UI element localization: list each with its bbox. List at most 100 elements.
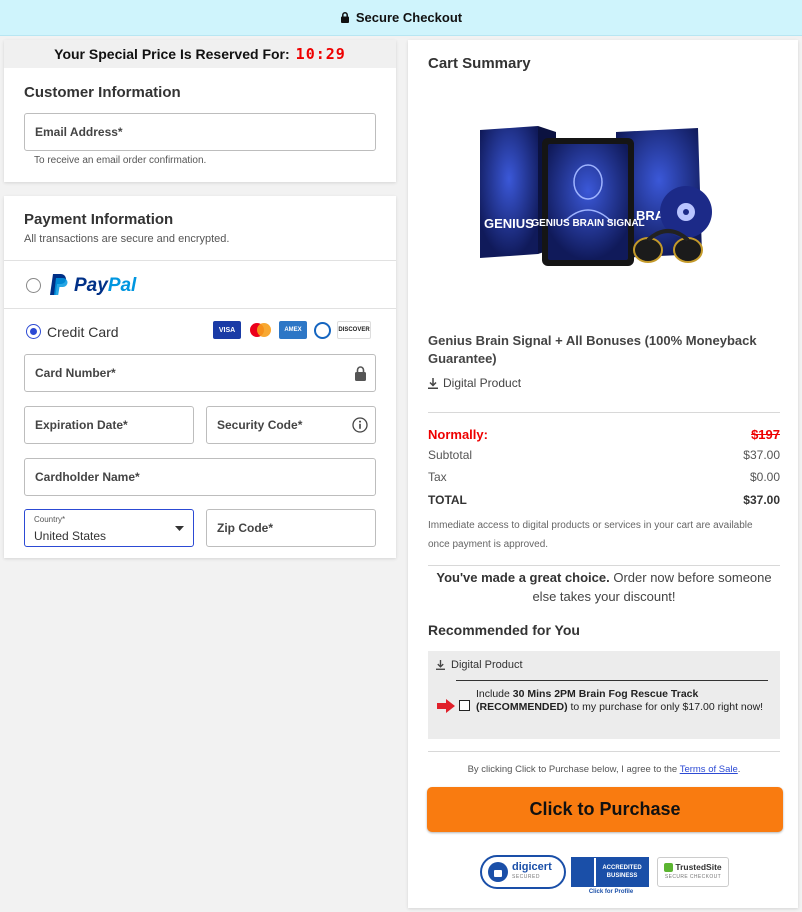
paypal-logo-icon xyxy=(50,274,68,295)
bbb-line2: BUSINESS xyxy=(606,873,638,879)
zip-code-field[interactable]: Zip Code* xyxy=(206,509,376,547)
paypal-word-pay: Pay xyxy=(74,275,108,296)
great-choice-message: You've made a great choice. Order now be… xyxy=(428,568,780,606)
product-image: GENIUS GENIUS BRAIN SIGNAL BRA xyxy=(480,126,712,266)
tax-label: Tax xyxy=(428,470,447,484)
bbb-logo-icon xyxy=(572,858,594,886)
lock-icon xyxy=(345,365,375,381)
check-icon xyxy=(664,862,674,872)
access-note: Immediate access to digital products or … xyxy=(428,520,753,550)
subtotal-label: Subtotal xyxy=(428,448,473,462)
customer-information-title: Customer Information xyxy=(24,84,181,101)
trustedsite-wordmark: TrustedSite xyxy=(675,862,722,872)
great-choice-bold: You've made a great choice. xyxy=(436,570,610,585)
normally-price: $197 xyxy=(751,427,780,442)
bbb-line1: ACCREDITED xyxy=(602,865,642,871)
bbb-sub: Click for Profile xyxy=(588,889,634,895)
email-field-label: Email Address* xyxy=(35,125,123,139)
trustedsite-badge[interactable]: TrustedSite SECURE CHECKOUT xyxy=(657,857,729,887)
product-name: Genius Brain Signal + All Bonuses (100% … xyxy=(428,333,757,366)
country-select-value: United States xyxy=(34,529,107,543)
payment-subtitle: All transactions are secure and encrypte… xyxy=(24,233,230,245)
terms-suffix: . xyxy=(737,764,741,775)
digicert-wordmark: digicert xyxy=(512,861,552,873)
tablet-text: GENIUS BRAIN SIGNAL xyxy=(531,218,644,229)
digicert-sub: SECURED xyxy=(512,874,540,880)
box-left-text: GENIUS xyxy=(484,216,534,231)
paypal-wordmark: PayPal xyxy=(74,275,136,297)
country-select[interactable]: Country* United States xyxy=(24,509,194,547)
paypal-option[interactable]: PayPal xyxy=(4,260,396,308)
trustedsite-sub: SECURE CHECKOUT xyxy=(664,874,722,880)
expiration-date-field[interactable]: Expiration Date* xyxy=(24,406,194,444)
card-logos: VISA AMEX DISCOVER xyxy=(213,321,371,339)
email-field[interactable]: Email Address* xyxy=(24,113,376,151)
timer-label: Your Special Price Is Reserved For: xyxy=(54,46,290,62)
total-row: TOTAL $37.00 xyxy=(428,493,780,507)
recommended-text-suffix: to my purchase for only $17.00 right now… xyxy=(567,700,764,713)
email-helper-text: To receive an email order confirmation. xyxy=(34,155,207,166)
divider xyxy=(428,565,780,566)
normally-label: Normally: xyxy=(428,427,488,442)
country-select-label: Country* xyxy=(34,515,66,524)
total-value: $37.00 xyxy=(743,493,780,507)
subtotal-value: $37.00 xyxy=(743,448,780,462)
cardholder-name-label: Cardholder Name* xyxy=(35,470,140,484)
paypal-word-pal: Pal xyxy=(107,275,137,296)
payment-information-title: Payment Information xyxy=(24,211,174,228)
amex-icon: AMEX xyxy=(279,321,307,339)
bbb-badge[interactable]: ACCREDITED BUSINESS Click for Profile xyxy=(571,857,651,897)
credit-card-label: Credit Card xyxy=(47,324,119,340)
tax-value: $0.00 xyxy=(749,470,780,484)
paypal-radio[interactable] xyxy=(26,278,41,293)
customer-information-card: Your Special Price Is Reserved For: 10:2… xyxy=(4,40,396,182)
zip-code-label: Zip Code* xyxy=(217,521,273,535)
security-code-label: Security Code* xyxy=(217,418,303,432)
recommended-text: Include 30 Mins 2PM Brain Fog Rescue Tra… xyxy=(476,688,772,713)
info-icon[interactable] xyxy=(345,417,375,433)
cardholder-name-field[interactable]: Cardholder Name* xyxy=(24,458,376,496)
recommended-type: Digital Product xyxy=(436,659,523,671)
discover-icon: DISCOVER xyxy=(337,321,371,339)
card-number-field[interactable]: Card Number* xyxy=(24,354,376,392)
diners-club-icon xyxy=(312,321,332,339)
secure-checkout-bar: Secure Checkout xyxy=(0,0,802,36)
subtotal-row: Subtotal $37.00 xyxy=(428,448,780,462)
product-type-label: Digital Product xyxy=(443,376,522,390)
svg-text:GENIUS BRAIN SIGNAL: GENIUS BRAIN SIGNAL xyxy=(531,218,644,229)
cart-summary-card: Cart Summary GENIUS GENIUS BRAIN SIGNAL … xyxy=(408,40,798,908)
recommended-offer-box: Digital Product Include 30 Mins 2PM Brai… xyxy=(428,651,780,739)
security-code-field[interactable]: Security Code* xyxy=(206,406,376,444)
digicert-lock-icon xyxy=(488,862,508,882)
download-icon xyxy=(428,377,438,389)
product-type: Digital Product xyxy=(428,376,521,390)
red-arrow-icon xyxy=(437,699,455,713)
recommended-text-prefix: Include xyxy=(476,688,513,700)
recommended-checkbox[interactable] xyxy=(459,700,470,711)
download-icon xyxy=(436,660,445,670)
terms-of-sale-link[interactable]: Terms of Sale xyxy=(680,764,738,775)
click-to-purchase-button[interactable]: Click to Purchase xyxy=(427,787,783,832)
digicert-badge[interactable]: digicert SECURED xyxy=(480,855,566,889)
divider xyxy=(428,412,780,413)
payment-information-card: Payment Information All transactions are… xyxy=(4,196,396,558)
terms-prefix: By clicking Click to Purchase below, I a… xyxy=(467,764,680,775)
card-number-label: Card Number* xyxy=(35,366,116,380)
normally-row: Normally: $197 xyxy=(428,427,780,442)
recommended-title: Recommended for You xyxy=(428,622,580,638)
divider xyxy=(428,751,780,752)
terms-text: By clicking Click to Purchase below, I a… xyxy=(428,764,780,775)
cart-summary-title: Cart Summary xyxy=(428,55,531,72)
price-reserved-timer: Your Special Price Is Reserved For: 10:2… xyxy=(4,40,396,68)
credit-card-option: Credit Card VISA AMEX DISCOVER Card Numb… xyxy=(4,308,396,558)
lock-icon xyxy=(340,12,349,23)
visa-icon: VISA xyxy=(213,321,241,339)
recommended-type-label: Digital Product xyxy=(451,659,523,671)
mastercard-icon xyxy=(246,321,274,339)
expiration-date-label: Expiration Date* xyxy=(35,418,128,432)
total-label: TOTAL xyxy=(428,493,467,507)
secure-checkout-title: Secure Checkout xyxy=(355,10,463,25)
chevron-down-icon xyxy=(175,526,184,531)
tax-row: Tax $0.00 xyxy=(428,470,780,484)
credit-card-radio[interactable] xyxy=(26,324,41,339)
